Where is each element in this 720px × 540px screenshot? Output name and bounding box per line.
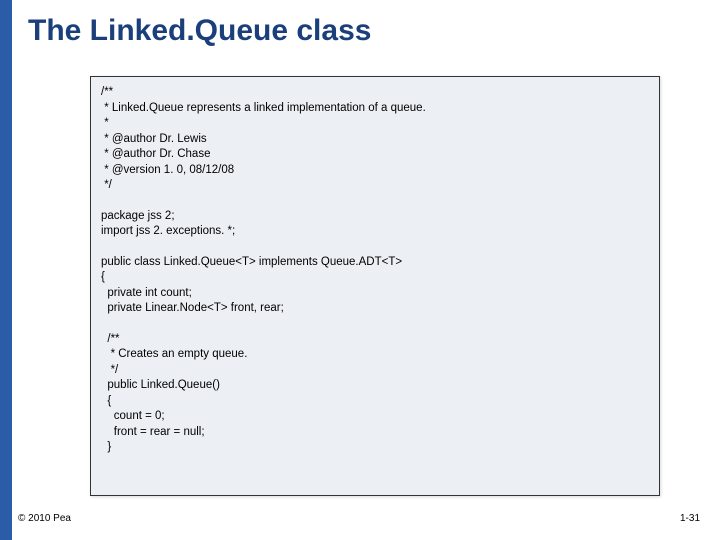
code-line: public Linked.Queue() — [101, 378, 649, 394]
code-line: * @author Dr. Lewis — [101, 132, 649, 148]
copyright-text: © 2010 Pea — [18, 513, 71, 524]
slide-title: The Linked.Queue class — [28, 14, 371, 48]
code-line: * — [101, 116, 649, 132]
code-line: * Creates an empty queue. — [101, 347, 649, 363]
blank-line — [101, 240, 649, 255]
page-number: 1-31 — [680, 513, 700, 524]
code-line: package jss 2; — [101, 209, 649, 225]
code-line: * Linked.Queue represents a linked imple… — [101, 101, 649, 117]
code-line: } — [101, 440, 649, 456]
code-line: count = 0; — [101, 409, 649, 425]
code-line: private int count; — [101, 286, 649, 302]
code-line: */ — [101, 363, 649, 379]
code-line: import jss 2. exceptions. *; — [101, 224, 649, 240]
code-line: /** — [101, 85, 649, 101]
code-line: public class Linked.Queue<T> implements … — [101, 255, 649, 271]
slide-accent-bar — [0, 0, 12, 540]
code-line: * @version 1. 0, 08/12/08 — [101, 163, 649, 179]
blank-line — [101, 317, 649, 332]
code-line: */ — [101, 178, 649, 194]
code-line: private Linear.Node<T> front, rear; — [101, 301, 649, 317]
code-line: { — [101, 270, 649, 286]
code-line: * @author Dr. Chase — [101, 147, 649, 163]
code-line: front = rear = null; — [101, 425, 649, 441]
code-line: /** — [101, 332, 649, 348]
code-block: /** * Linked.Queue represents a linked i… — [90, 76, 660, 496]
blank-line — [101, 194, 649, 209]
code-line: { — [101, 394, 649, 410]
